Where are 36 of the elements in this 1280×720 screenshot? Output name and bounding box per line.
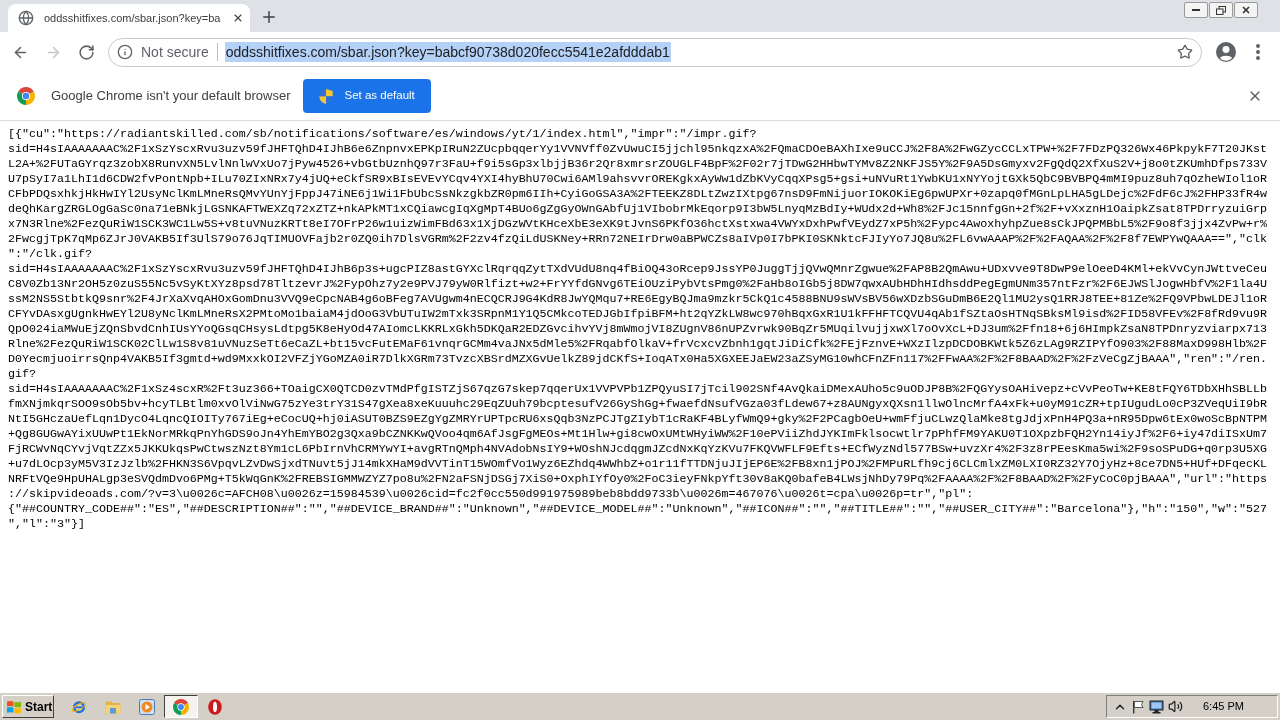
security-label[interactable]: Not secure (141, 41, 209, 63)
json-response-text: [{"cu":"https://radiantskilled.com/sb/notifications/software/es/windows/yt/1/index.html","impr":"/impr.gif? sid=H4sIAAAAAAAC%2F1xSzYscxRvu3uzv59fJHFTQhD4IJhB6e6ZnpnvxEPKpIRuN2ZUcpbqqerYy1VVNVff0ZvUwuCI5jjchl95nkqzxA%2FQmaCDOeBAXhIxe9uCCJ%2F8A%2FwGZycCCLxTPW+%2F7FDzPQ326Wx46PkpykF7T20JKst L2A+%2FUTaGYrqz3zobX8RunvXN5LvlNnlwVxUo7jPyw4526+vbGtbUznhQ97r3FaU+f9i5sGp3xlbjjB36r2Qr8xmrsrZOUGLF4BpF%2F02r7jTDwG2HHbwTYMv8Z2NKFJS5Y%2F9A5DsGmyxv2FgQdQ2XfXuS2V+j8o0tZKUmhDfps733V U7pSyI7a1LhI1d6CDW2fvPontNpb+ILu70ZIxNRx7y4jUQ+eCkfSR9xBIsEVEvYCqv4YXI4hyBhU70Cwi6AMl9ahsvvrOREKgkxAyWw1dZbKVyCqqXPsg5+gsi+uNVuRt1YwbKU1xNYYojtGXk5QbC9BVBPQ4mMI9puz8uh7qOzheWIol1oR CFbPDQsxhkjHkHwIYl2UsyNclKmLMneRsQMvYUnYjFppJ47iNE6j1Wi1FbUbcSsNkzgkbZR0pm6IIh+CyiGoGSA3A%2FTEEKZ8DLtZwzIXtpg67nsD9FmNijuorIOKOKiEg6pwUPXr+0zapq0fMGnLpLHA5gLDejc%2FdF6cJ%2FHP33fR4w deQhKargZRGLOgGaSc0na71eBNkjLGSNKAFTWEXZq72xZTZ+nkAPkMT1xCQiawcgIqXgMpT4BUo6gZgGyOWnGAbfUj1VIbobrMkEqorp9I3bW5LnyqMzBdIy+WUdx2d+Wh8%2FJc15nnfgGn+2f%2F+vXxznH1OaipkZsat8TPDrryzuiGrp x7N3Rlne%2FezQuRiW1SCK3WC1Lw5S+v8tuVNuzKRTt8eI7OFrP26w1uizWimFBd63x1XjDGzWVtKHceXbE3eXK9tJvnS6PKfO36hctXstxwa4VWYxDxhPwfVEydZ7xP5h%2Fypc4AwoxhyhpZue8sCkJPQPMBbL5%2F9o8f3jjx4ZvPw+r% 2FwcgjTpK7qMp6ZJrJ0VAKB5If3UlS79o76JqTIMUOVFajb2r0ZQ0ih7DlsVGRm%2F2zv4fzQiLdUSKNey+RRn72NEIrDrw0aBPWCZs8aIVp0I7bPKI0SKNktcFJIyYo7JQ8u%2FL6vwAAAP%2F%2FAQAA%2F%2F8f7EWPYwQAAA==","clk ":"/clk.gif? sid=H4sIAAAAAAAC%2F1xSzYscxRvu3uzv59fJHFTQhD4IJhB6p3s+ugcPIZ8astGYXclRqrqqZytTXdVUdU8nq4fBiOQ43oRcep9JssYP0JuggTjjQVwQMnrZgwue%2FAP8B2QmAwu+UDxvve9T8DwP9elOeeD4KMl+ekVvCynJWttveCeu C8V0Zb13Nr2OH5z0zuS55Nc5vSyKtXYz8psd78TltzevrJ%2FypOhz7y2e9PVJ79yW0Rlfizt+w2+FrYYfdGNvg6TEiOUziPybVtsPmg0%2FaHb8oIGb5j8DW7qwxAUbHDhHIdhsddPegEgmUNm357ntFzr%2F6EJWSlJogwHbfV%2F1la4U ssM2NS5StbtkQ9snr%2F4JrXaXvqAHOxGomDnu3VVQ9eCpcNAB4g6oBFeg7AVUgwm4nECQCRJ9G4KdR8JwYQMqu7+RE6EgyBQJma9mzkr5CkQ1c4588BNU9sWVsBV56wXDzbSGuDmB6E2Ql1MU2ysQ1RRJ8TEE+81Ze%2FQ9VPbwLDEJl1oR CFYvDAsxgUgnkHwEYl2U8yNclKmLMneRsX2PMtoMo1baiaM4jdOoG3VbUTuIW2mTxk3SRpnM1Y1Q5CMkcoTEDJGbIfpiBFM+ht2qYZkLW8wc970hBqxGxR1U1kFFHFTCQVU4qAb1fSZtaOsHTNqSBksMl9isd%2FID58VFEv%2F8fRd9vu9R QpO024iaMWuEjZQnSbvdCnhIUsYYoQGsqCHsysLdtpg5K8eHyOd47AIomcLKKRLxGkh5DKQaR2EDZGvcihvYVj8mWmojVI8ZUgnV86nUPZvrwk90BqZr5MUqilvujjxwXl7oOvXcL+DJ3um%2Ffn18+6j6HImpkZsaN8TPDnryzviarpx713 Rlne%2FezQuRiW1SCK02ClLw1S8v81uVNuzSeTt6eCaZL+bt15vcFutEMaF61vnqrGCMm4vaJNx5dMle5%2FRqabfOlkaV+frVcxcvZbnh1gqtJiDiCfk%2FEjFznvE+WXzIlzpDCDOBKWtk5Z6zLAg9RZIPYfO903%2F88MaxD998Hlb%2F D0YecmjuoirrsQnp4VAKB5If3gmtd+wd9MxxkOI2VFZjYGoMZA0iR7DlkXGRm73TvzcXBSrdMZXGvUelkZ89jdCKfS+IoqATx0Ha5XGXEEJaEW23aZSyMG10whCFnZFn117%2FFwAA%2F%2F8BAAD%2F%2FzVeCgZjBAAA","ren":"/ren. gif? sid=H4sIAAAAAAAC%2F1xSz4scxR%2Ft3uz366+TOaigCX0QTCD0zvTMdPfgISTZjS67qzG7skep7qqerUx1VVPVPb1ZPQyuSI7jTcil902SNf4AvQkaiDMexAUho5c9uODJP8B%2FQGYysOAHivepz+cVvPeoTw+KE8tFQY6TDbXHhSBLLb fmXNjmkqrSOO9sOb5bv+hcyTLBtlm0xvOlViNwG75zYe3trY31S47gXea8xeKuuuhc29EqZUuh79bcptesufV26GyShGg+fwaefdNsufVGza03fLdew67+z8AUNgyxQXsn1llwOlncMrfA4xFk+u0yM91cZR+tpIUgudLo0cP3ZVeqUiI9bR NtI5GHczaUefLqn1DycO4LqncQIOITy767iEg+eCocUQ+hj0iASUT0BZS9EZgYgZMRYrUPTpcRU6xsQqb3NzPCJTgZIybT1cRaKF4BLyfWmQ9+gky%2F2PCagbOeU+wmFfjuCLwzQlaMke8tgJdjxPnH4PQ3a+nR95Dpw6tEx0woScBpNTPM +Qg8GUGwAYixUUwPt1EkNorMRkqPnYhGDS9oJn4YhEmYBO2g3Qxa9bCZNKKwQVoo4qm6AfJsgFgMEOs+Mt1Hlw+gi8cwOxUMtWHyiWW%2F10ePViiZhdJYKImFklsocwtlr7pPhfFM9YAKU0T1OXpzbFQH2Yn14iyJf%2F6+iy47diISxUm7 FjRCWvNqCYvjVqtZZx5JKKUkqsPwCtwszNzt8Ym1cL6PbIrnVhCRMYwYI+avgRTnQMph4NVAdobNsIY9+WOshNJcdqgmJZcdNxKqYzKVu7FKQVWFLF9Efts+ECfWyzNdl577BSw+uvzXr4%2F3z8rPEesKma5wi%2F9soSPuDG+q0rp3U5XG +u7dLOcp3yM5V3IzJzlb%2FHKN3S6VpqvLZvDwSjxdTNuvt5jJ14mkXHaM9dVVTinT15WOmfVo1Wyz6EZhdq4WWhbZ+o1r11fTTDNjuJIjEP6E%2FB8xn1jPOJ%2FMPuRLfh9cj6CLCmlxZM0LXI0RZ32Y7OjyHz+8ce7DN5+HUf+DFqecKL NRFtVQe9HpUHALgp3eSVQdmDvo6PMg+T5kWqGnK%2FREBSIGMMWZYZ7po8u%2FN2aFSNjDSGj7XiS0+OxphIYfOy0%2FoC3ieyFNkpYft30v8aKQ0bafeB4LWsjNhDy79Pq%2FAAAA%2F%2F8BAAD%2F%2FyCoC0pjBAAA","url":"https ://skipvideoads.com/?v=3\u0026c=AFCH08\u0026z=15984539\u0026cid=fc2f0cc550d991975989beb8bdd9733b\u0026m=467076\u0026t=cpa\u0026p=tr","pl": {"##COUNTRY_CODE##":"ES","##DESCRIPTION##":"","##DEVICE_BRAND##":"Unknown","##DEVICE_MODEL##":"Unknown","##ICON##":"","##TITLE##":"","##USER_CITY##":"Barcelona"},"h":"150","w":"527 ","l":"3"}] (8, 127, 1269, 532)
folder-icon (105, 699, 121, 714)
close-icon (1242, 6, 1250, 14)
chrome-logo-icon (173, 698, 189, 715)
network-monitor-icon[interactable] (1149, 699, 1164, 714)
play-icon (139, 698, 155, 715)
profile-avatar-icon (1216, 42, 1236, 62)
close-window-button[interactable] (1234, 2, 1258, 18)
url-text: oddsshitfixes.com/sbar.json?key=babcf90738d020fecc5541e2afdddab1 (224, 42, 671, 62)
reload-icon (77, 43, 95, 61)
restore-button[interactable] (1209, 2, 1233, 18)
restore-icon (1216, 5, 1226, 15)
chrome-logo-icon (17, 87, 35, 105)
browser-tab[interactable]: oddsshitfixes.com/sbar.json?key=ba (8, 4, 250, 32)
infobar-message: Google Chrome isn't your default browser (51, 87, 291, 106)
plus-icon (260, 8, 278, 26)
taskbar-app-button[interactable] (164, 695, 198, 718)
close-icon (1247, 88, 1263, 104)
set-default-button[interactable]: Set as default (303, 79, 431, 113)
infobar-close-button[interactable] (1247, 88, 1263, 104)
globe-icon (18, 10, 34, 26)
star-icon (1177, 44, 1193, 60)
shield-icon (319, 88, 334, 104)
minimize-icon (1192, 9, 1200, 11)
ring-logo-icon (208, 698, 222, 715)
clock-time[interactable]: 6:45 PM (1203, 698, 1244, 715)
e-logo-icon (71, 698, 87, 715)
start-button[interactable]: Start (2, 695, 54, 718)
flag-icon[interactable] (1131, 699, 1145, 714)
speaker-icon[interactable] (1168, 699, 1183, 714)
menu-icon (1256, 44, 1260, 60)
address-bar[interactable]: Not secure oddsshitfixes.com/sbar.json?key=babcf90738d020fecc5541e2afdddab1 (108, 37, 1202, 67)
windows-flag-icon (6, 699, 22, 714)
minimize-button[interactable] (1184, 2, 1208, 18)
info-icon (117, 44, 133, 60)
